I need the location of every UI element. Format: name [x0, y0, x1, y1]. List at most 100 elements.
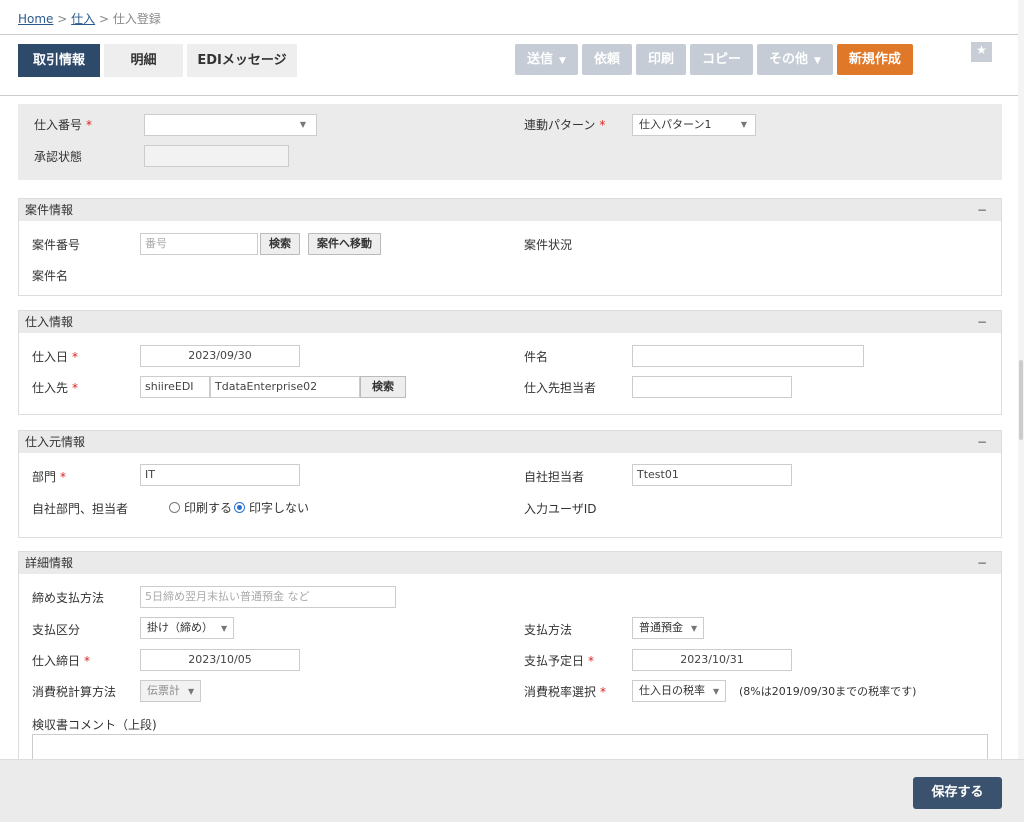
payment-class-value: 掛け（締め）: [147, 621, 213, 634]
required-mark: *: [72, 350, 79, 364]
payment-method-value: 普通預金: [639, 621, 683, 634]
tab-details[interactable]: 明細: [104, 44, 183, 77]
tax-rate-label: 消費税率選択 *: [524, 683, 606, 700]
tax-rate-select[interactable]: 仕入日の税率 ▼: [632, 680, 727, 702]
closing-payment-label: 締め支払方法: [32, 591, 105, 605]
own-person-input[interactable]: Ttest01: [632, 464, 792, 486]
radio-print-label: 印刷する: [184, 501, 233, 515]
other-button-label: その他: [768, 52, 808, 67]
subject-input[interactable]: [632, 345, 864, 367]
payment-method-select[interactable]: 普通預金 ▼: [632, 617, 705, 639]
other-button[interactable]: その他 ▼: [756, 44, 833, 75]
scrollbar-thumb[interactable]: [1019, 360, 1023, 440]
breadcrumb-purchase-link[interactable]: 仕入: [71, 12, 95, 26]
breadcrumb-home-link[interactable]: Home: [18, 12, 53, 26]
purchase-info-title-text: 仕入情報: [25, 315, 74, 329]
purchase-info-title: 仕入情報 −: [19, 311, 1001, 333]
case-status-label: 案件状況: [524, 238, 573, 252]
collapse-icon[interactable]: −: [977, 311, 987, 333]
case-name-label: 案件名: [32, 269, 69, 283]
purchase-date-input[interactable]: 2023/09/30: [140, 345, 300, 367]
radio-print[interactable]: [169, 502, 180, 513]
tax-rate-note: (8%は2019/09/30までの税率です): [739, 685, 917, 698]
supplier-search-button[interactable]: 検索: [360, 376, 406, 398]
department-label: 部門 *: [32, 468, 66, 485]
closing-payment-input[interactable]: 5日締め翌月末払い普通預金 など: [140, 586, 396, 608]
own-person-label: 自社担当者: [524, 470, 585, 484]
closing-date-input[interactable]: 2023/10/05: [140, 649, 300, 671]
tax-rate-label-text: 消費税率選択: [524, 685, 597, 699]
origin-info-title-text: 仕入元情報: [25, 435, 86, 449]
chevron-down-icon: ▼: [221, 624, 228, 633]
purchase-date-label: 仕入日 *: [32, 348, 78, 365]
detail-info-title: 詳細情報 −: [19, 552, 1001, 574]
save-button[interactable]: 保存する: [913, 777, 1002, 809]
comment-upper-label: 検収書コメント（上段): [32, 718, 157, 732]
divider: [0, 34, 1024, 35]
case-info-title: 案件情報 −: [19, 199, 1001, 221]
required-mark: *: [86, 118, 93, 132]
subject-label: 件名: [524, 350, 549, 364]
required-mark: *: [84, 654, 91, 668]
send-button[interactable]: 送信 ▼: [515, 44, 578, 75]
tab-bar: 取引情報 明細 EDIメッセージ: [18, 44, 297, 77]
detail-info-title-text: 詳細情報: [25, 556, 74, 570]
case-search-button[interactable]: 検索: [260, 233, 300, 255]
link-pattern-value: 仕入パターン1: [639, 118, 712, 131]
collapse-icon[interactable]: −: [977, 431, 987, 453]
link-pattern-label-text: 連動パターン: [524, 118, 596, 132]
approval-status-field: [144, 145, 289, 167]
request-button[interactable]: 依頼: [581, 44, 632, 75]
payment-method-label: 支払方法: [524, 623, 573, 637]
payment-due-input[interactable]: 2023/10/31: [632, 649, 792, 671]
supplier-code-input[interactable]: shiireEDI: [140, 376, 210, 398]
chevron-down-icon: ▼: [559, 56, 566, 66]
tax-calc-select: 伝票計 ▼: [140, 680, 202, 702]
new-create-button[interactable]: 新規作成: [836, 44, 913, 75]
footer-bar: [0, 759, 1024, 822]
tax-rate-value: 仕入日の税率: [639, 684, 705, 697]
divider: [0, 95, 1024, 96]
input-user-id-label: 入力ユーザID: [524, 502, 597, 516]
print-option-label: 自社部門、担当者: [32, 502, 129, 516]
chevron-down-icon: ▼: [188, 687, 195, 696]
department-input[interactable]: IT: [140, 464, 300, 486]
breadcrumb-separator: >: [57, 12, 68, 26]
case-no-label: 案件番号: [32, 238, 81, 252]
breadcrumb-current: 仕入登録: [112, 12, 161, 26]
link-pattern-select[interactable]: 仕入パターン1 ▼: [632, 114, 756, 136]
collapse-icon[interactable]: −: [977, 552, 987, 574]
detail-info-section: 詳細情報 − 締め支払方法 5日締め翌月末払い普通預金 など 支払区分 掛け（締…: [18, 551, 1002, 761]
tax-calc-label: 消費税計算方法: [32, 685, 117, 699]
collapse-icon[interactable]: −: [977, 199, 987, 221]
purchase-date-label-text: 仕入日: [32, 350, 69, 364]
supplier-name-input[interactable]: TdataEnterprise02: [210, 376, 360, 398]
required-mark: *: [588, 654, 595, 668]
vertical-scrollbar[interactable]: [1018, 0, 1024, 759]
approval-status-label: 承認状態: [34, 150, 83, 164]
case-info-section: 案件情報 − 案件番号 番号 検索 案件へ移動 案件状況 案件名: [18, 198, 1002, 296]
bookmark-star-icon[interactable]: ★: [971, 42, 992, 62]
tab-edi-message[interactable]: EDIメッセージ: [187, 44, 297, 77]
tab-transaction-info[interactable]: 取引情報: [18, 44, 100, 77]
case-info-title-text: 案件情報: [25, 203, 74, 217]
purchase-info-section: 仕入情報 − 仕入日 * 2023/09/30 件名 仕入先 * shiireEDI…: [18, 310, 1002, 415]
case-no-input[interactable]: 番号: [140, 233, 258, 255]
breadcrumb: Home > 仕入 > 仕入登録: [18, 10, 161, 27]
payment-class-select[interactable]: 掛け（締め） ▼: [140, 617, 235, 639]
origin-info-section: 仕入元情報 − 部門 * IT 自社担当者 Ttest01 自社部門、担当者 印刷…: [18, 430, 1002, 538]
link-pattern-label: 連動パターン *: [524, 116, 605, 133]
supplier-person-input[interactable]: [632, 376, 792, 398]
radio-no-print[interactable]: [234, 502, 246, 513]
purchase-no-select[interactable]: ▼: [144, 114, 317, 136]
closing-date-label: 仕入締日 *: [32, 652, 90, 669]
print-button[interactable]: 印刷: [635, 44, 686, 75]
payment-due-label-text: 支払予定日: [524, 654, 585, 668]
send-button-label: 送信: [527, 52, 554, 67]
move-to-case-button[interactable]: 案件へ移動: [308, 233, 381, 255]
chevron-down-icon: ▼: [299, 120, 306, 129]
purchase-no-label-text: 仕入番号: [34, 118, 83, 132]
origin-info-title: 仕入元情報 −: [19, 431, 1001, 453]
print-option-group: 印刷する 印字しない: [169, 499, 309, 516]
copy-button[interactable]: コピー: [689, 44, 753, 75]
